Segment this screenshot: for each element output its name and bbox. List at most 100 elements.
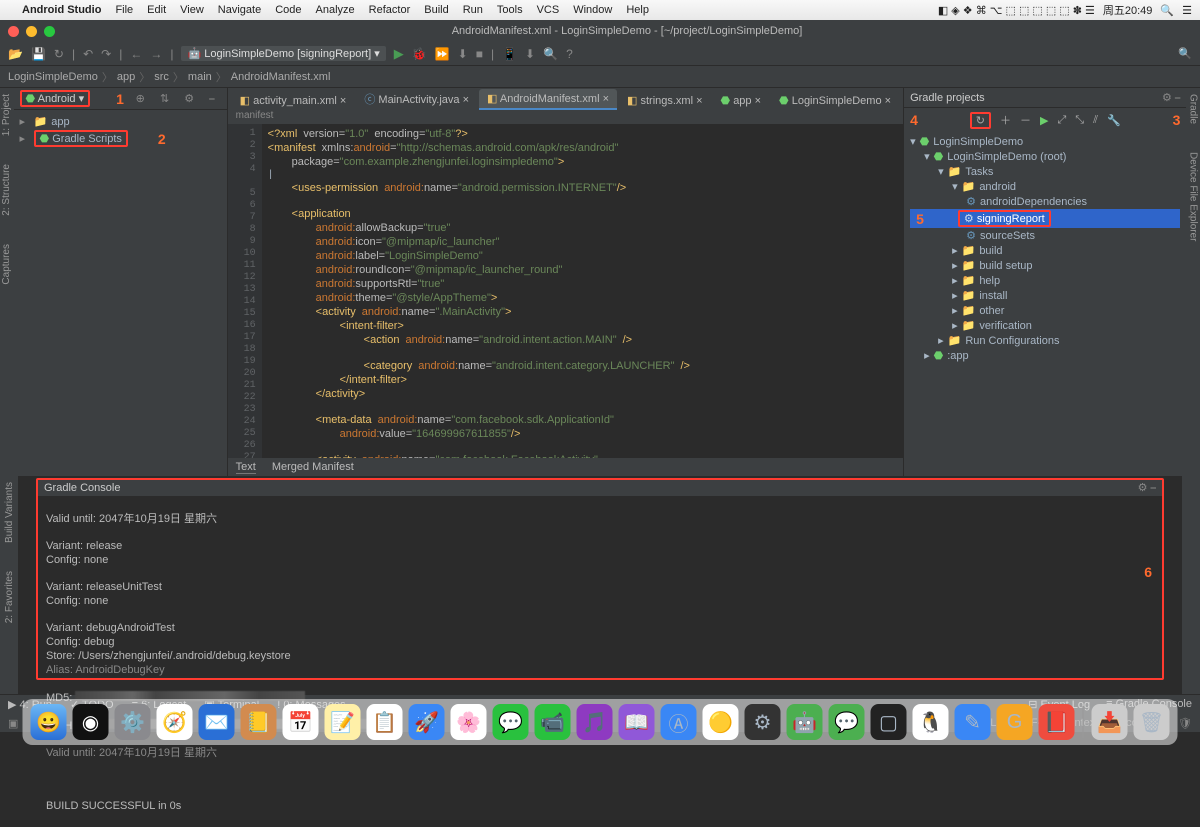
dock-app1[interactable]: ⚙ bbox=[745, 704, 781, 740]
hector-icon[interactable]: 🛡 bbox=[1178, 717, 1192, 730]
sdk-manager-icon[interactable]: ⬇ bbox=[525, 47, 535, 61]
notification-icon[interactable]: ☰ bbox=[1182, 4, 1192, 17]
toolwindow-project[interactable]: 1: Project bbox=[1, 94, 12, 136]
tree-app[interactable]: app bbox=[51, 116, 69, 128]
save-icon[interactable]: 💾 bbox=[31, 47, 46, 61]
dock-messages[interactable]: 💬 bbox=[493, 704, 529, 740]
dock-calendar[interactable]: 📅 bbox=[283, 704, 319, 740]
menu-window[interactable]: Window bbox=[573, 4, 612, 16]
gradle-settings-icon[interactable]: ⚙ ⎯ bbox=[1162, 91, 1180, 105]
crumb-src[interactable]: src bbox=[154, 71, 169, 83]
tab-loginsimpledemo[interactable]: ⬣ LoginSimpleDemo × bbox=[771, 91, 899, 110]
open-icon[interactable]: 📂 bbox=[8, 47, 23, 61]
dock-contacts[interactable]: 📒 bbox=[241, 704, 277, 740]
menu-build[interactable]: Build bbox=[424, 4, 448, 16]
toolwindow-build-variants[interactable]: Build Variants bbox=[4, 482, 15, 543]
dock-appstore[interactable]: Ⓐ bbox=[661, 704, 697, 740]
crumb-project[interactable]: LoginSimpleDemo bbox=[8, 71, 98, 83]
menu-analyze[interactable]: Analyze bbox=[316, 4, 355, 16]
dock-qq[interactable]: 🐧 bbox=[913, 704, 949, 740]
menubar-clock[interactable]: 周五20:49 bbox=[1103, 2, 1153, 18]
close-window-button[interactable] bbox=[8, 26, 19, 37]
spotlight-icon[interactable]: 🔍 bbox=[1160, 4, 1174, 17]
gradle-task-signingreport[interactable]: 5 ⚙ signingReport bbox=[910, 209, 1180, 228]
dock-facetime[interactable]: 📹 bbox=[535, 704, 571, 740]
crumb-file[interactable]: AndroidManifest.xml bbox=[231, 71, 331, 83]
dock-androidstudio[interactable]: 🤖 bbox=[787, 704, 823, 740]
code-crumb[interactable]: manifest bbox=[228, 110, 903, 124]
dock-launchpad[interactable]: 🚀 bbox=[409, 704, 445, 740]
redo-icon[interactable]: ↷ bbox=[101, 47, 111, 61]
tab-activity-main[interactable]: ◧ activity_main.xml × bbox=[232, 91, 355, 110]
dock-reminders[interactable]: 📋 bbox=[367, 704, 403, 740]
forward-icon[interactable]: → bbox=[150, 47, 162, 61]
search-everywhere-icon[interactable]: 🔍 bbox=[1178, 47, 1192, 60]
toolwindow-gradle[interactable]: Gradle bbox=[1188, 94, 1199, 124]
menu-vcs[interactable]: VCS bbox=[537, 4, 560, 16]
run-config-select[interactable]: 🤖 LoginSimpleDemo [signingReport] ▾ bbox=[181, 46, 385, 61]
gradle-collapse-button[interactable]: ⤡ bbox=[1075, 114, 1084, 127]
dock-safari[interactable]: 🧭 bbox=[157, 704, 193, 740]
project-panel-icons[interactable]: ⊕ ⇅ ⚙ ⎯ bbox=[136, 92, 221, 106]
dock-terminal[interactable]: ▢ bbox=[871, 704, 907, 740]
gradle-execute-button[interactable]: ▶ bbox=[1040, 114, 1048, 127]
crumb-module[interactable]: app bbox=[117, 71, 135, 83]
dock-finder[interactable]: 😀 bbox=[31, 704, 67, 740]
tree-gradle-scripts[interactable]: Gradle Scripts bbox=[52, 133, 122, 145]
menu-view[interactable]: View bbox=[180, 4, 204, 16]
menu-code[interactable]: Code bbox=[275, 4, 301, 16]
debug-button[interactable]: 🐞 bbox=[412, 47, 427, 61]
profile-button[interactable]: ⏩ bbox=[435, 47, 450, 61]
tab-app[interactable]: ⬣ app × bbox=[713, 91, 770, 110]
console-settings-icon[interactable]: ⚙ ⎯ bbox=[1138, 481, 1156, 495]
menu-file[interactable]: File bbox=[115, 4, 133, 16]
menu-navigate[interactable]: Navigate bbox=[218, 4, 261, 16]
project-tree[interactable]: ▸📁app ▸⬣ Gradle Scripts 2 bbox=[14, 110, 227, 152]
menu-edit[interactable]: Edit bbox=[147, 4, 166, 16]
dock-itunes[interactable]: 🎵 bbox=[577, 704, 613, 740]
menu-help[interactable]: Help bbox=[626, 4, 649, 16]
crumb-main[interactable]: main bbox=[188, 71, 212, 83]
back-icon[interactable]: ← bbox=[130, 47, 142, 61]
dock-chrome[interactable]: 🟡 bbox=[703, 704, 739, 740]
toolwindow-favorites[interactable]: 2: Favorites bbox=[4, 571, 15, 623]
run-button[interactable]: ▶ bbox=[394, 46, 404, 62]
subtab-text[interactable]: Text bbox=[236, 461, 256, 474]
editor-content[interactable]: <?xml version="1.0" encoding="utf-8"?> <… bbox=[262, 124, 903, 458]
dock-wechat[interactable]: 💬 bbox=[829, 704, 865, 740]
tab-strings[interactable]: ◧ strings.xml × bbox=[619, 91, 711, 110]
menu-refactor[interactable]: Refactor bbox=[369, 4, 411, 16]
gradle-wrench-icon[interactable]: 🔧 bbox=[1107, 114, 1121, 127]
dock-notes[interactable]: 📝 bbox=[325, 704, 361, 740]
dock-app3[interactable]: G bbox=[997, 704, 1033, 740]
undo-icon[interactable]: ↶ bbox=[83, 47, 93, 61]
sync-icon[interactable]: ↻ bbox=[54, 47, 64, 61]
status-icon[interactable]: ▣ bbox=[8, 717, 18, 730]
menu-run[interactable]: Run bbox=[463, 4, 483, 16]
gradle-detach-button[interactable]: － bbox=[1020, 112, 1031, 128]
stop-button[interactable]: ■ bbox=[476, 47, 483, 61]
dock-trash[interactable]: 🗑 bbox=[1134, 704, 1170, 740]
gradle-tree[interactable]: ▾⬣LoginSimpleDemo ▾⬣LoginSimpleDemo (roo… bbox=[904, 132, 1186, 365]
gradle-expand-button[interactable]: ⤢ bbox=[1057, 114, 1066, 127]
gradle-console-output[interactable]: Valid until: 2047年10月19日 星期六 Variant: re… bbox=[38, 496, 1162, 678]
project-view-select[interactable]: Android bbox=[38, 93, 76, 105]
dock-downloads[interactable]: 📥 bbox=[1092, 704, 1128, 740]
dock-photos[interactable]: 🌸 bbox=[451, 704, 487, 740]
attach-debugger-button[interactable]: ⬇ bbox=[458, 47, 468, 61]
app-name[interactable]: Android Studio bbox=[22, 4, 101, 16]
layout-inspector-icon[interactable]: 🔍 bbox=[543, 47, 558, 61]
dock-mail[interactable]: ✉️ bbox=[199, 704, 235, 740]
gradle-toggle-offline-button[interactable]: ⫽ bbox=[1093, 114, 1098, 127]
minimize-window-button[interactable] bbox=[26, 26, 37, 37]
toolwindow-structure[interactable]: 2: Structure bbox=[1, 164, 12, 216]
tab-mainactivity[interactable]: ⓒ MainActivity.java × bbox=[356, 88, 477, 110]
avd-manager-icon[interactable]: 📱 bbox=[502, 47, 517, 61]
menubar-tray-icons[interactable]: ◧ ◈ ❖ ⌘ ⌥ ⬚ ⬚ ⬚ ⬚ ⬚ ✽ ☰ bbox=[938, 4, 1095, 17]
gradle-refresh-button[interactable]: ↻ bbox=[970, 112, 991, 129]
dock-ibooks[interactable]: 📖 bbox=[619, 704, 655, 740]
dock-app2[interactable]: ✎ bbox=[955, 704, 991, 740]
gradle-add-button[interactable]: ＋ bbox=[1000, 112, 1011, 128]
help-icon[interactable]: ? bbox=[566, 47, 573, 61]
dock-siri[interactable]: ◉ bbox=[73, 704, 109, 740]
